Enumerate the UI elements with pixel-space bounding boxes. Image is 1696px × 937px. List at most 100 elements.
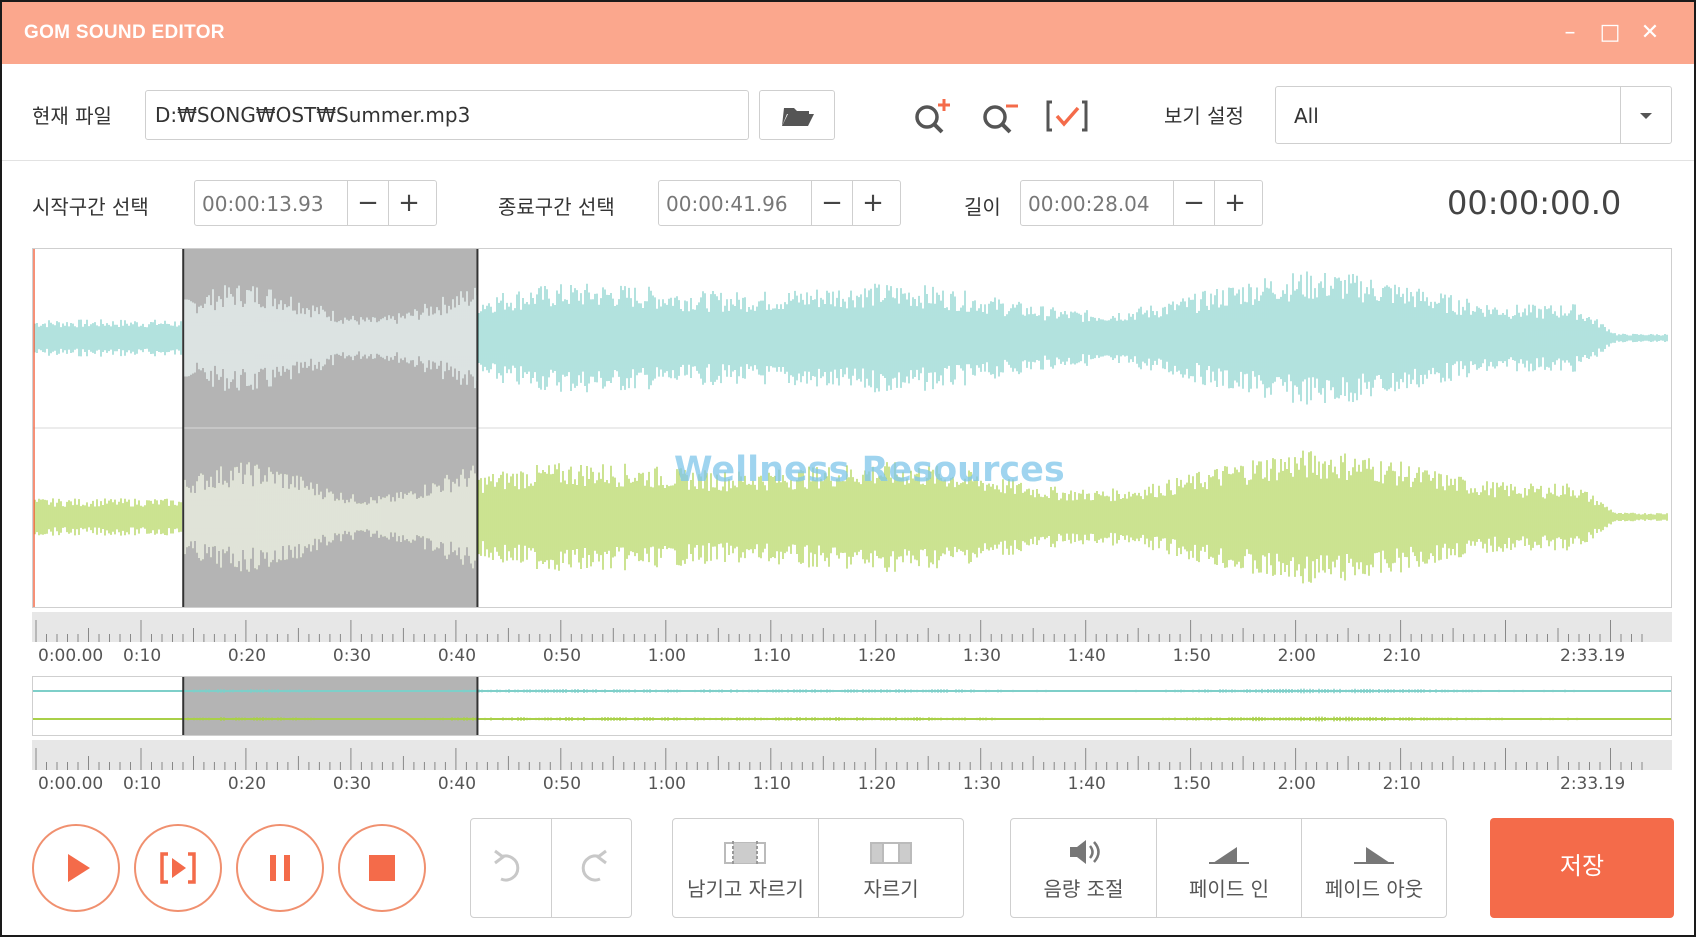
fade-in-icon (1209, 847, 1249, 864)
timeline-label: 0:40 (437, 646, 477, 666)
play-selection-button[interactable] (134, 824, 222, 912)
cut-button[interactable]: 자르기 (819, 819, 963, 917)
timeline-label: 2:33.19 (1560, 646, 1626, 666)
timeline-label: 0:00.00 (38, 646, 104, 666)
timeline-label: 0:30 (332, 646, 372, 666)
fade-in-button[interactable]: 페이드 인 (1157, 819, 1302, 917)
select-divider (1620, 87, 1621, 143)
timeline-label: 2:00 (1277, 646, 1316, 666)
play-selection-icon (160, 852, 196, 884)
end-range-label: 종료구간 선택 (498, 195, 615, 219)
timeline-label: 1:10 (752, 774, 791, 794)
divider (2, 160, 1694, 161)
timeline-label: 0:10 (122, 646, 162, 666)
cut-label: 자르기 (863, 877, 919, 901)
start-time-stepper[interactable]: 00:00:13.93 − + (194, 180, 437, 226)
chevron-down-icon (1640, 113, 1652, 119)
timeline-label: 1:20 (857, 646, 896, 666)
end-time-value: 00:00:41.96 (666, 192, 788, 216)
cut-icon (870, 842, 912, 864)
end-time-decrease-button[interactable]: − (811, 181, 852, 225)
play-button[interactable] (32, 824, 120, 912)
file-path-value: D:₩SONG₩OST₩Summer.mp3 (155, 103, 471, 127)
fade-out-button[interactable]: 페이드 아웃 (1302, 819, 1446, 917)
view-setting-select[interactable]: All (1275, 86, 1672, 144)
length-increase-button[interactable]: + (1214, 181, 1255, 225)
overview-waveform[interactable] (32, 676, 1672, 736)
length-stepper[interactable]: 00:00:28.04 − + (1020, 180, 1263, 226)
timeline-label: 0:10 (122, 774, 162, 794)
fade-out-label: 페이드 아웃 (1324, 877, 1424, 901)
watermark-text: Wellness Resources (674, 450, 1065, 490)
effects-group: 음량 조절 페이드 인 페이드 아웃 (1010, 818, 1447, 918)
length-decrease-button[interactable]: − (1173, 181, 1214, 225)
timeline-label: 1:20 (857, 774, 896, 794)
volume-adjust-button[interactable]: 음량 조절 (1011, 819, 1157, 917)
file-path-field[interactable]: D:₩SONG₩OST₩Summer.mp3 (145, 90, 749, 140)
ruler-tick-marks (35, 748, 1643, 770)
timeline-label: 1:00 (647, 646, 686, 666)
end-time-stepper[interactable]: 00:00:41.96 − + (658, 180, 901, 226)
edit-group: 남기고 자르기 자르기 (672, 818, 964, 918)
fade-in-label: 페이드 인 (1189, 877, 1269, 901)
view-setting-value: All (1294, 104, 1319, 128)
start-time-increase-button[interactable]: + (388, 181, 429, 225)
open-file-button[interactable] (759, 90, 835, 140)
select-all-button[interactable] (1044, 94, 1090, 138)
undo-button[interactable] (471, 819, 552, 917)
waveform-view[interactable] (32, 248, 1672, 608)
timeline-label: 1:40 (1067, 774, 1106, 794)
close-button[interactable]: ✕ (1635, 18, 1665, 48)
save-button[interactable]: 저장 (1490, 818, 1674, 918)
length-value: 00:00:28.04 (1028, 192, 1150, 216)
timeline-label: 0:50 (542, 646, 582, 666)
fade-out-icon (1354, 847, 1394, 864)
trim-button[interactable]: 남기고 자르기 (673, 819, 819, 917)
zoom-in-button[interactable] (910, 94, 954, 138)
zoom-in-icon (915, 99, 950, 134)
current-time-display: 00:00:00.0 (1447, 184, 1622, 222)
stop-icon (369, 855, 395, 881)
pause-button[interactable] (236, 824, 324, 912)
speaker-icon (1070, 840, 1100, 864)
stop-button[interactable] (338, 824, 426, 912)
timeline-label: 0:20 (227, 774, 267, 794)
timeline-label: 1:30 (962, 774, 1001, 794)
volume-adjust-label: 음량 조절 (1043, 877, 1124, 901)
app-title: GOM SOUND EDITOR (24, 22, 225, 43)
trim-label: 남기고 자르기 (687, 877, 804, 901)
overview-ruler[interactable] (32, 740, 1672, 770)
play-icon (68, 854, 90, 882)
timeline-label: 0:30 (332, 774, 372, 794)
zoom-out-icon (983, 104, 1018, 134)
maximize-button[interactable]: □ (1595, 18, 1625, 48)
history-group (470, 818, 632, 918)
redo-button[interactable] (552, 819, 631, 917)
timeline-ruler[interactable] (32, 612, 1672, 642)
overview-ruler-ticks (35, 748, 1643, 770)
folder-open-icon (782, 108, 814, 126)
timeline-label: 1:10 (752, 646, 791, 666)
waveform-canvas[interactable] (33, 249, 1671, 607)
timeline-label: 0:40 (437, 774, 477, 794)
timeline-label: 2:10 (1382, 774, 1421, 794)
title-bar: GOM SOUND EDITOR – □ ✕ (2, 2, 1694, 64)
end-time-increase-button[interactable]: + (852, 181, 893, 225)
timeline-label: 0:50 (542, 774, 582, 794)
view-setting-label: 보기 설정 (1164, 104, 1244, 128)
select-check-icon (1046, 100, 1088, 132)
current-file-label: 현재 파일 (32, 104, 112, 128)
overview-selection (183, 677, 478, 735)
timeline-label: 0:00.00 (38, 774, 104, 794)
start-time-value: 00:00:13.93 (202, 192, 324, 216)
zoom-out-button[interactable] (978, 94, 1022, 138)
overview-canvas[interactable] (33, 677, 1671, 735)
timeline-label: 1:50 (1172, 646, 1211, 666)
ruler-tick-marks (35, 620, 1643, 642)
timeline-label: 0:20 (227, 646, 267, 666)
timeline-label: 1:30 (962, 646, 1001, 666)
minimize-button[interactable]: – (1555, 18, 1585, 48)
start-range-label: 시작구간 선택 (32, 195, 149, 219)
start-time-decrease-button[interactable]: − (347, 181, 388, 225)
app-window: GOM SOUND EDITOR – □ ✕ 현재 파일 D:₩SONG₩OST… (0, 0, 1696, 937)
